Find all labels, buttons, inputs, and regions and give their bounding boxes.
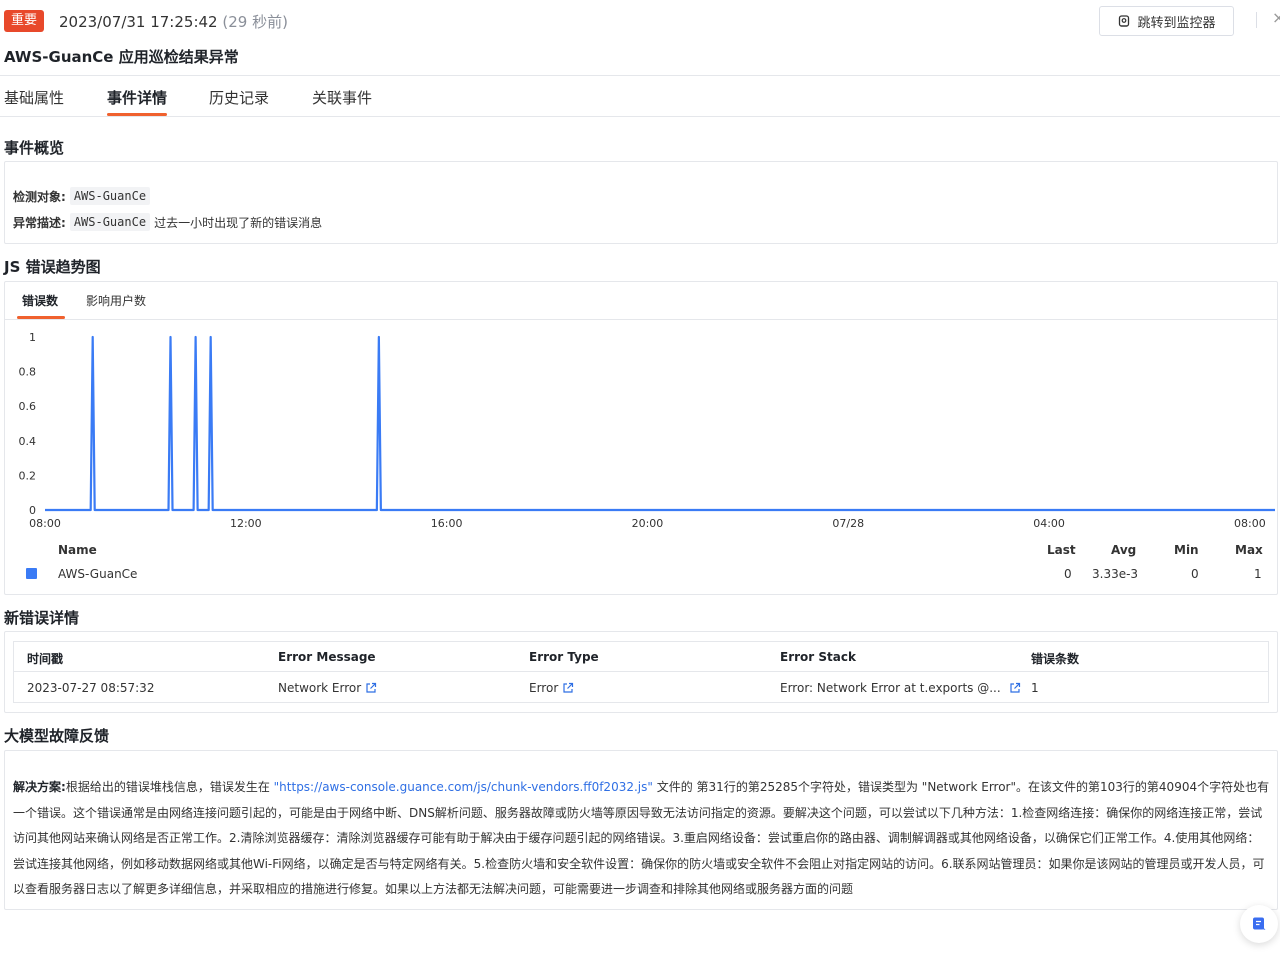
legend-series-name[interactable]: AWS-GuanCe [58, 567, 137, 581]
close-icon[interactable]: × [1272, 8, 1280, 27]
col-error-type: Error Type [529, 650, 599, 664]
top-bar: 重要 2023/07/31 17:25:42 (29 秒前) 跳转到监控器 × [0, 0, 1280, 40]
detail-tabs: 基础属性 事件详情 历史记录 关联事件 [0, 78, 1280, 116]
cell-error-message[interactable]: Network Error [278, 681, 377, 695]
tabs-divider [0, 116, 1280, 117]
external-link-icon[interactable] [562, 682, 574, 694]
legend-header-avg: Avg [1111, 543, 1137, 557]
cell-timestamp: 2023-07-27 08:57:32 [27, 681, 155, 695]
legend-header-name: Name [58, 543, 97, 557]
description-label: 异常描述: [13, 215, 66, 230]
source-file-link[interactable]: "https://aws-console.guance.com/js/chunk… [274, 780, 653, 794]
legend-min-value: 0 [1191, 567, 1199, 581]
chat-assistant-icon [1253, 917, 1266, 930]
legend-swatch[interactable] [26, 568, 37, 579]
jump-button-label: 跳转到监控器 [1137, 14, 1216, 30]
legend-avg-value: 3.33e-3 [1092, 567, 1139, 581]
tab-related-events[interactable]: 关联事件 [312, 87, 372, 108]
table-header: 时间戳 Error Message Error Type Error Stack… [14, 642, 1268, 672]
tab-basic-attributes[interactable]: 基础属性 [4, 87, 64, 108]
cell-error-count: 1 [1031, 681, 1039, 695]
x-tick-label: 04:00 [1033, 517, 1065, 530]
y-tick-label: 0 [29, 504, 36, 517]
target-value: AWS-GuanCe [69, 187, 151, 205]
relative-time: (29 秒前) [222, 13, 288, 31]
col-error-stack: Error Stack [780, 650, 856, 664]
col-timestamp: 时间戳 [27, 652, 64, 666]
page-title: AWS-GuanCe 应用巡检结果异常 [4, 48, 239, 66]
description-code: AWS-GuanCe [69, 213, 151, 231]
description-text: 过去一小时出现了新的错误消息 [154, 215, 323, 230]
new-errors-heading: 新错误详情 [4, 609, 80, 627]
description-row: 异常描述: AWS-GuanCe 过去一小时出现了新的错误消息 [13, 213, 322, 231]
new-errors-table: 时间戳 Error Message Error Type Error Stack… [13, 641, 1269, 703]
tab-history[interactable]: 历史记录 [209, 87, 269, 108]
legend-header-max: Max [1235, 543, 1263, 557]
y-tick-label: 0.2 [19, 469, 37, 482]
overview-panel [4, 161, 1278, 244]
x-tick-label: 08:00 [29, 517, 61, 530]
series-line-aws-guance [45, 335, 1275, 512]
assistant-float-button[interactable] [1240, 905, 1278, 943]
chart-tab-error-count[interactable]: 错误数 [22, 292, 58, 309]
legend-last-value: 0 [1064, 567, 1072, 581]
legend-header-last: Last [1047, 543, 1076, 557]
x-tick-label: 16:00 [431, 517, 463, 530]
external-link-icon[interactable] [1009, 682, 1021, 694]
event-timestamp: 2023/07/31 17:25:42 (29 秒前) [59, 13, 288, 31]
x-tick-label: 12:00 [230, 517, 262, 530]
target-label: 检测对象: [13, 189, 66, 204]
trend-heading: JS 错误趋势图 [4, 258, 101, 276]
jump-to-monitor-button[interactable]: 跳转到监控器 [1099, 6, 1234, 36]
overview-heading: 事件概览 [4, 139, 65, 157]
y-tick-label: 0.8 [19, 366, 37, 379]
error-trend-chart: 0 0.2 0.4 0.6 0.8 1 08:00 12:00 16:00 20:00 07/28 0… [19, 331, 1275, 530]
target-row: 检测对象: AWS-GuanCe [13, 187, 151, 205]
x-tick-label: 07/28 [832, 517, 864, 530]
header-divider [1256, 12, 1257, 28]
title-divider [0, 75, 1280, 76]
solution-label: 解决方案: [13, 780, 66, 794]
col-error-count: 错误条数 [1031, 652, 1080, 666]
chart-tabs: 错误数 影响用户数 [5, 283, 1277, 320]
cell-error-stack[interactable]: Error: Network Error at t.exports @... [780, 681, 1021, 695]
x-tick-label: 20:00 [632, 517, 664, 530]
y-tick-label: 0.4 [19, 435, 37, 448]
chart-tab-indicator [17, 316, 65, 319]
external-link-icon[interactable] [365, 682, 377, 694]
severity-badge: 重要 [4, 10, 45, 32]
legend-max-value: 1 [1254, 567, 1262, 581]
feedback-heading: 大模型故障反馈 [4, 727, 110, 745]
y-tick-label: 1 [29, 331, 36, 344]
monitor-icon [1119, 15, 1130, 27]
tab-event-details[interactable]: 事件详情 [107, 87, 167, 108]
chart-tab-affected-users[interactable]: 影响用户数 [86, 292, 146, 309]
y-tick-label: 0.6 [19, 400, 37, 413]
cell-error-type[interactable]: Error [529, 681, 574, 695]
legend-header-min: Min [1174, 543, 1199, 557]
x-tick-label: 08:00 [1234, 517, 1266, 530]
feedback-text: 解决方案:根据给出的错误堆栈信息，错误发生在 "https://aws-cons… [13, 780, 1270, 896]
col-error-message: Error Message [278, 650, 376, 664]
